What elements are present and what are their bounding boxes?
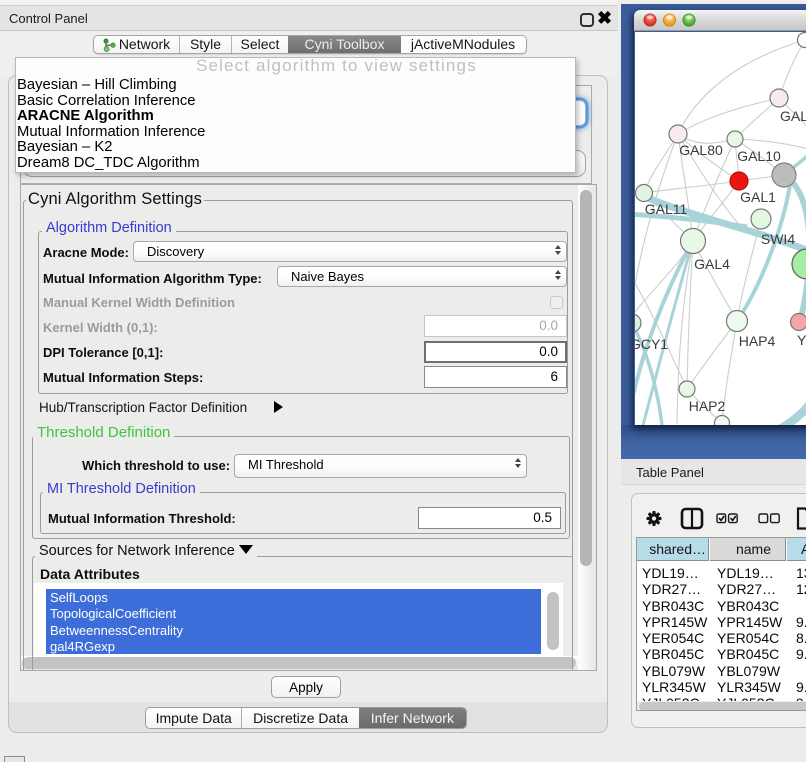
- svg-text:HAP2: HAP2: [689, 398, 726, 414]
- svg-text:GAL2: GAL2: [780, 108, 806, 124]
- svg-text:GAL11: GAL11: [645, 201, 688, 217]
- svg-text:GCY1: GCY1: [635, 336, 668, 352]
- svg-text:GAL1: GAL1: [740, 189, 776, 205]
- svg-text:YB: YB: [797, 332, 806, 348]
- svg-text:HAP4: HAP4: [739, 333, 776, 349]
- svg-text:GAL80: GAL80: [679, 142, 723, 158]
- svg-text:GAL4: GAL4: [694, 256, 730, 272]
- svg-text:GAL10: GAL10: [737, 148, 781, 164]
- svg-text:SWI4: SWI4: [761, 231, 795, 247]
